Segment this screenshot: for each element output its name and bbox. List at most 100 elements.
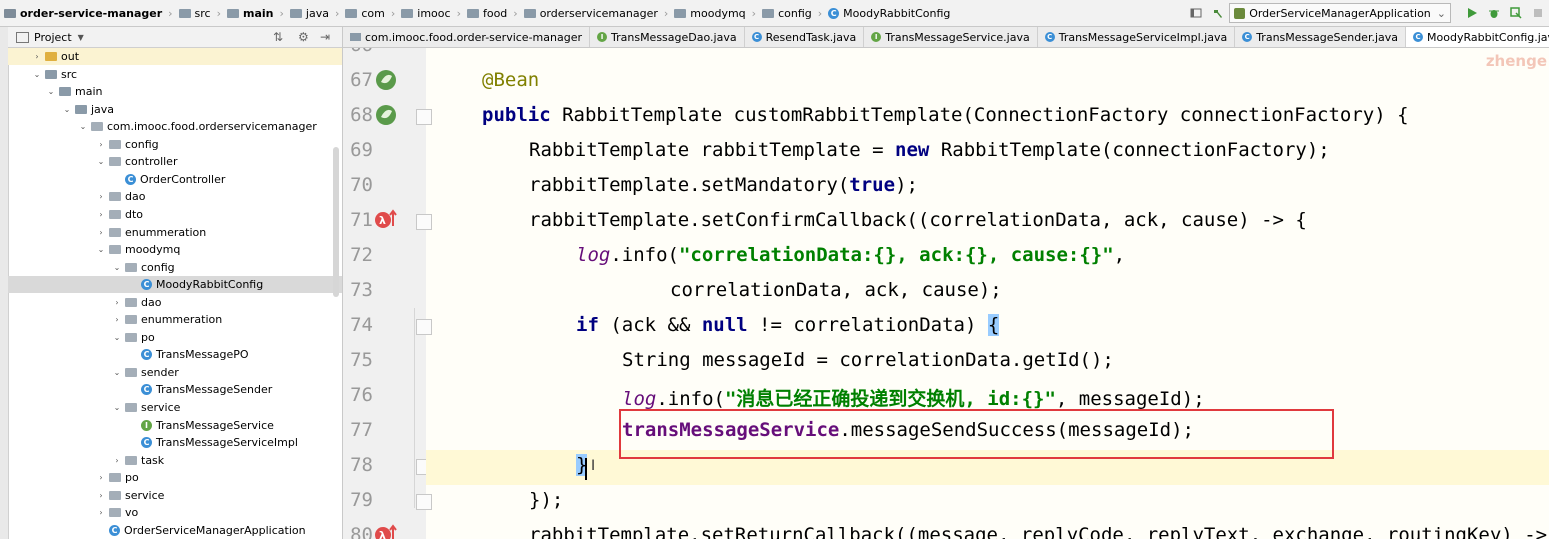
collapse-all-icon[interactable]: ⇅	[273, 30, 283, 44]
line-number: 74	[350, 314, 373, 336]
chevron-down-icon[interactable]: ⌄	[78, 118, 88, 135]
breadcrumb-item[interactable]: › config	[746, 0, 812, 26]
vertical-scrollbar[interactable]	[333, 147, 339, 297]
chevron-right-icon[interactable]: ›	[96, 487, 106, 504]
chevron-right-icon[interactable]: ›	[96, 224, 106, 241]
folder-icon	[178, 8, 191, 18]
tree-item[interactable]: ⌄ moodymq	[96, 241, 181, 258]
tab-label: TransMessageServiceImpl.java	[1058, 30, 1228, 44]
chevron-down-icon[interactable]: ⌄	[112, 329, 122, 346]
chevron-down-icon[interactable]: ⌄	[112, 259, 122, 276]
breadcrumb-item[interactable]: › src	[162, 0, 210, 26]
tree-item[interactable]: ⌄ service	[112, 399, 181, 416]
chevron-down-icon[interactable]: ⌄	[96, 241, 106, 258]
spring-bean-icon[interactable]	[374, 103, 398, 127]
interface-icon: I	[597, 32, 607, 42]
editor-tab[interactable]: com.imooc.food.order-service-manager	[343, 27, 590, 47]
tree-item[interactable]: ⌄ controller	[96, 153, 178, 170]
tree-item[interactable]: ⌄ java	[62, 101, 114, 118]
breadcrumb-item[interactable]: › C MoodyRabbitConfig	[812, 0, 951, 26]
tree-item[interactable]: C TransMessageSender	[128, 381, 272, 398]
chevron-right-icon[interactable]: ›	[96, 469, 106, 486]
chevron-right-icon[interactable]: ›	[32, 48, 42, 65]
chevron-right-icon[interactable]: ›	[112, 311, 122, 328]
editor-tab[interactable]: C MoodyRabbitConfig.java	[1406, 27, 1549, 47]
breadcrumb-item[interactable]: › moodymq	[658, 0, 746, 26]
tree-item[interactable]: › dao	[96, 188, 145, 205]
breadcrumb-item[interactable]: › imooc	[385, 0, 451, 26]
chevron-down-icon[interactable]: ⌄	[112, 399, 122, 416]
chevron-right-icon[interactable]: ›	[112, 452, 122, 469]
chevron-down-icon[interactable]: ⌄	[96, 153, 106, 170]
spring-bean-icon[interactable]	[374, 68, 398, 92]
gear-icon[interactable]: ⚙	[298, 30, 309, 44]
run-icon[interactable]	[1466, 7, 1478, 19]
tree-item[interactable]: › task	[112, 452, 164, 469]
chevron-down-icon[interactable]: ⌄	[62, 101, 72, 118]
tree-item[interactable]: › po	[96, 469, 138, 486]
debug-icon[interactable]	[1488, 7, 1500, 19]
chevron-right-icon[interactable]: ›	[96, 188, 106, 205]
tree-item[interactable]: C OrderController	[112, 171, 225, 188]
chevron-down-icon[interactable]: ▼	[78, 33, 84, 42]
tree-item[interactable]: › dto	[96, 206, 143, 223]
tree-item[interactable]: ⌄ po	[112, 329, 155, 346]
line-number: 77	[350, 419, 373, 441]
breadcrumb-label: config	[778, 6, 812, 20]
line-number: 71	[350, 209, 373, 231]
folder-icon	[401, 8, 414, 18]
hide-icon[interactable]: ⇥	[320, 30, 330, 44]
lambda-override-icon[interactable]: λ	[374, 523, 398, 539]
build-hammer-icon[interactable]	[1212, 7, 1224, 19]
layout-icon[interactable]	[1190, 7, 1202, 19]
breadcrumb-separator: ›	[390, 6, 396, 20]
tree-item-label: java	[91, 102, 115, 116]
tree-item[interactable]: I TransMessageService	[128, 417, 274, 434]
breadcrumb-item[interactable]: › com	[329, 0, 385, 26]
tree-item-label: src	[61, 67, 78, 81]
tree-item[interactable]: › dao	[112, 294, 161, 311]
tree-item[interactable]: › enummeration	[96, 224, 206, 241]
tree-item[interactable]: › config	[96, 136, 158, 153]
tree-item[interactable]: ⌄ sender	[112, 364, 179, 381]
breadcrumb-label: MoodyRabbitConfig	[843, 6, 951, 20]
chevron-right-icon[interactable]: ›	[112, 294, 122, 311]
lambda-override-icon[interactable]: λ	[374, 208, 398, 232]
breadcrumb-item[interactable]: › orderservicemanager	[507, 0, 658, 26]
line-number: 76	[350, 384, 373, 406]
tree-item[interactable]: › service	[96, 487, 164, 504]
editor-tab[interactable]: C TransMessageSender.java	[1235, 27, 1407, 47]
editor-tab[interactable]: C TransMessageServiceImpl.java	[1038, 27, 1236, 47]
editor-tab[interactable]: I TransMessageService.java	[864, 27, 1038, 47]
chevron-right-icon[interactable]: ›	[96, 504, 106, 521]
breadcrumb-item[interactable]: › main	[211, 0, 274, 26]
tree-item[interactable]: › vo	[96, 504, 138, 521]
tree-item[interactable]: C TransMessageServiceImpl	[128, 434, 298, 451]
chevron-down-icon[interactable]: ⌄	[46, 83, 56, 100]
tree-item-label: controller	[125, 155, 178, 169]
chevron-right-icon[interactable]: ›	[96, 136, 106, 153]
editor-tab[interactable]: C ResendTask.java	[745, 27, 865, 47]
breadcrumb-item[interactable]: › java	[274, 0, 329, 26]
tree-item[interactable]: C MoodyRabbitConfig	[128, 276, 263, 293]
tree-item[interactable]: ⌄ config	[112, 259, 175, 276]
tree-item[interactable]: › out	[32, 48, 79, 65]
breadcrumb-item[interactable]: › food	[451, 0, 508, 26]
chevron-down-icon[interactable]: ⌄	[112, 364, 122, 381]
run-configuration-select[interactable]: OrderServiceManagerApplication ⌄	[1229, 3, 1451, 23]
tree-item[interactable]: › enummeration	[112, 311, 222, 328]
editor-tab[interactable]: I TransMessageDao.java	[590, 27, 745, 47]
tree-item[interactable]: C TransMessagePO	[128, 346, 249, 363]
tree-item[interactable]: C OrderServiceManagerApplication	[96, 522, 306, 539]
chevron-right-icon[interactable]: ›	[96, 206, 106, 223]
coverage-icon[interactable]	[1510, 7, 1522, 19]
stop-icon[interactable]	[1532, 7, 1544, 19]
tree-item[interactable]: ⌄ src	[32, 66, 77, 83]
project-view-selector[interactable]: Project	[34, 31, 72, 44]
chevron-down-icon[interactable]: ⌄	[32, 66, 42, 83]
code-editor[interactable]: 66 67 68 69 70 71 72 73 74 75 76 77 78 79 80 λ λ @Bean…	[343, 48, 1549, 539]
breadcrumb-separator: ›	[817, 6, 823, 20]
breadcrumb-item[interactable]: order-service-manager	[4, 0, 162, 26]
tree-item[interactable]: ⌄ com.imooc.food.orderservicemanager	[78, 118, 317, 135]
tree-item[interactable]: ⌄ main	[46, 83, 103, 100]
